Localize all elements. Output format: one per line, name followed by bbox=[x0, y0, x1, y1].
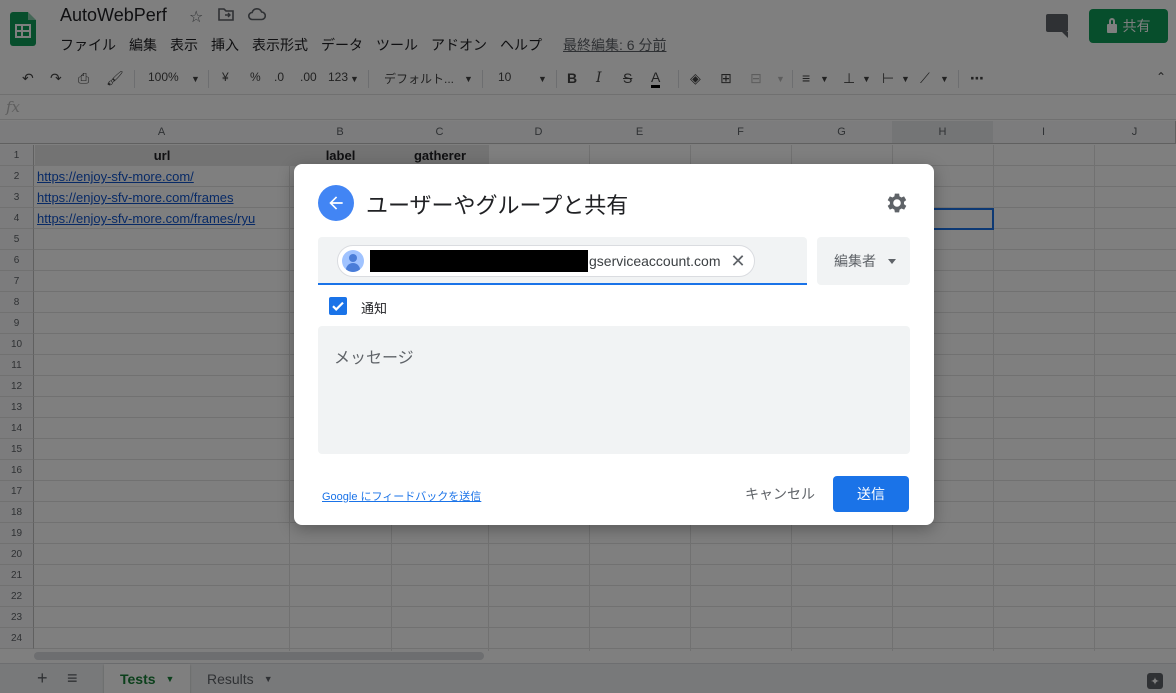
remove-recipient-icon[interactable]: ✕ bbox=[731, 252, 746, 270]
recipient-email-text: gserviceaccount.com bbox=[589, 253, 721, 269]
role-caret-icon bbox=[888, 259, 896, 264]
cancel-button[interactable]: キャンセル bbox=[734, 476, 826, 512]
back-button[interactable] bbox=[318, 185, 354, 221]
avatar-icon bbox=[342, 250, 364, 272]
role-select[interactable]: 編集者 bbox=[817, 237, 910, 285]
checkmark-icon bbox=[332, 301, 344, 311]
settings-gear-icon[interactable] bbox=[884, 190, 910, 216]
arrow-back-icon bbox=[329, 196, 343, 210]
send-feedback-link[interactable]: Google にフィードバックを送信 bbox=[322, 488, 481, 504]
people-input-field[interactable]: gserviceaccount.com ✕ bbox=[318, 237, 807, 285]
notify-label: 通知 bbox=[361, 301, 388, 316]
message-textarea[interactable]: メッセージ bbox=[318, 326, 910, 454]
redacted-email-block bbox=[370, 250, 588, 272]
send-button[interactable]: 送信 bbox=[833, 476, 909, 512]
dialog-title: ユーザーやグループと共有 bbox=[366, 193, 629, 218]
role-select-value: 編集者 bbox=[834, 253, 876, 269]
message-placeholder: メッセージ bbox=[334, 350, 414, 367]
notify-checkbox[interactable] bbox=[329, 297, 347, 315]
recipient-chip[interactable]: gserviceaccount.com ✕ bbox=[337, 245, 755, 277]
share-dialog: ユーザーやグループと共有 gserviceaccount.com ✕ 編集者 通… bbox=[294, 164, 934, 525]
